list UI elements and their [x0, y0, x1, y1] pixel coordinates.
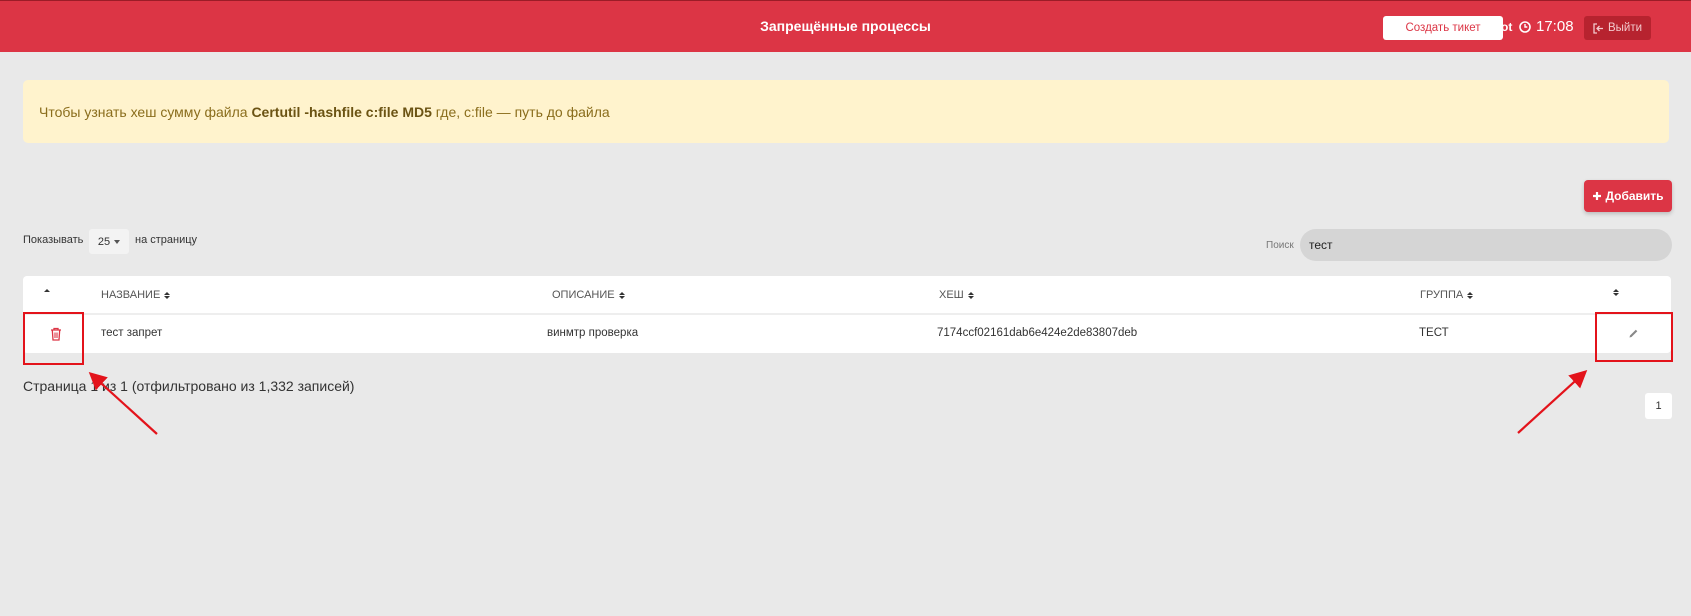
- cell-name: тест запрет: [101, 327, 163, 339]
- column-header-hash[interactable]: ХЕШ: [939, 289, 974, 301]
- column-header-group[interactable]: ГРУППА: [1420, 289, 1474, 301]
- sort-edit-column[interactable]: [1613, 289, 1619, 296]
- alert-suffix: где, c:file — путь до файла: [431, 103, 610, 120]
- sort-icon: [967, 291, 974, 299]
- highlight-box-edit: [1595, 312, 1673, 362]
- clock-time: 17:08: [1536, 18, 1574, 35]
- top-bar: Запрещённые процессы Создать тикет Root …: [0, 0, 1691, 52]
- column-description-label: ОПИСАНИЕ: [552, 289, 615, 301]
- search-label: Поиск: [1266, 240, 1294, 251]
- column-header-description[interactable]: ОПИСАНИЕ: [552, 289, 625, 301]
- highlight-box-delete: [23, 312, 84, 365]
- sort-icon: [618, 291, 625, 299]
- sort-actions-column[interactable]: [44, 289, 50, 296]
- pagination-page-1[interactable]: 1: [1645, 393, 1672, 419]
- add-button[interactable]: Добавить: [1584, 180, 1672, 212]
- column-group-label: ГРУППА: [1420, 289, 1464, 301]
- column-hash-label: ХЕШ: [939, 289, 964, 301]
- clock-icon: [1519, 20, 1531, 33]
- table-header: НАЗВАНИЕ ОПИСАНИЕ ХЕШ ГРУППА: [23, 276, 1671, 315]
- arrow-to-edit: [1517, 370, 1588, 434]
- plus-icon: [1593, 192, 1602, 200]
- page-length-select[interactable]: 25: [89, 229, 129, 254]
- sort-icon: [1467, 291, 1474, 299]
- column-name-label: НАЗВАНИЕ: [101, 289, 161, 301]
- cell-group: ТЕСТ: [1419, 327, 1449, 339]
- page-length-value: 25: [97, 235, 111, 248]
- add-button-label: Добавить: [1605, 189, 1664, 203]
- cell-hash: 7174ccf02161dab6e424e2de83807deb: [937, 327, 1138, 339]
- alert-command: Certutil -hashfile c:file MD5: [251, 103, 432, 120]
- search-input[interactable]: [1300, 229, 1672, 261]
- column-header-name[interactable]: НАЗВАНИЕ: [101, 289, 171, 301]
- logout-button[interactable]: Выйти: [1584, 16, 1651, 40]
- info-alert: Чтобы узнать хеш сумму файла Certutil -h…: [23, 80, 1669, 143]
- per-page-label: на страницу: [135, 234, 198, 246]
- table-info: Страница 1 из 1 (отфильтровано из 1,332 …: [23, 378, 355, 394]
- show-label: Показывать: [23, 234, 84, 246]
- logout-label: Выйти: [1607, 22, 1643, 34]
- sort-icon: [164, 291, 171, 299]
- sort-icon: [1613, 289, 1619, 296]
- user-name: Root: [1485, 20, 1513, 34]
- table-row: тест запрет винмтр проверка 7174ccf02161…: [23, 315, 1671, 353]
- sort-asc-icon: [44, 289, 50, 296]
- processes-table: НАЗВАНИЕ ОПИСАНИЕ ХЕШ ГРУППА тест запрет…: [23, 276, 1671, 353]
- logout-icon: [1593, 22, 1603, 34]
- alert-prefix: Чтобы узнать хеш сумму файла: [39, 103, 252, 120]
- cell-description: винмтр проверка: [547, 327, 639, 339]
- clock: 17:08: [1519, 18, 1574, 35]
- chevron-down-icon: [114, 239, 121, 244]
